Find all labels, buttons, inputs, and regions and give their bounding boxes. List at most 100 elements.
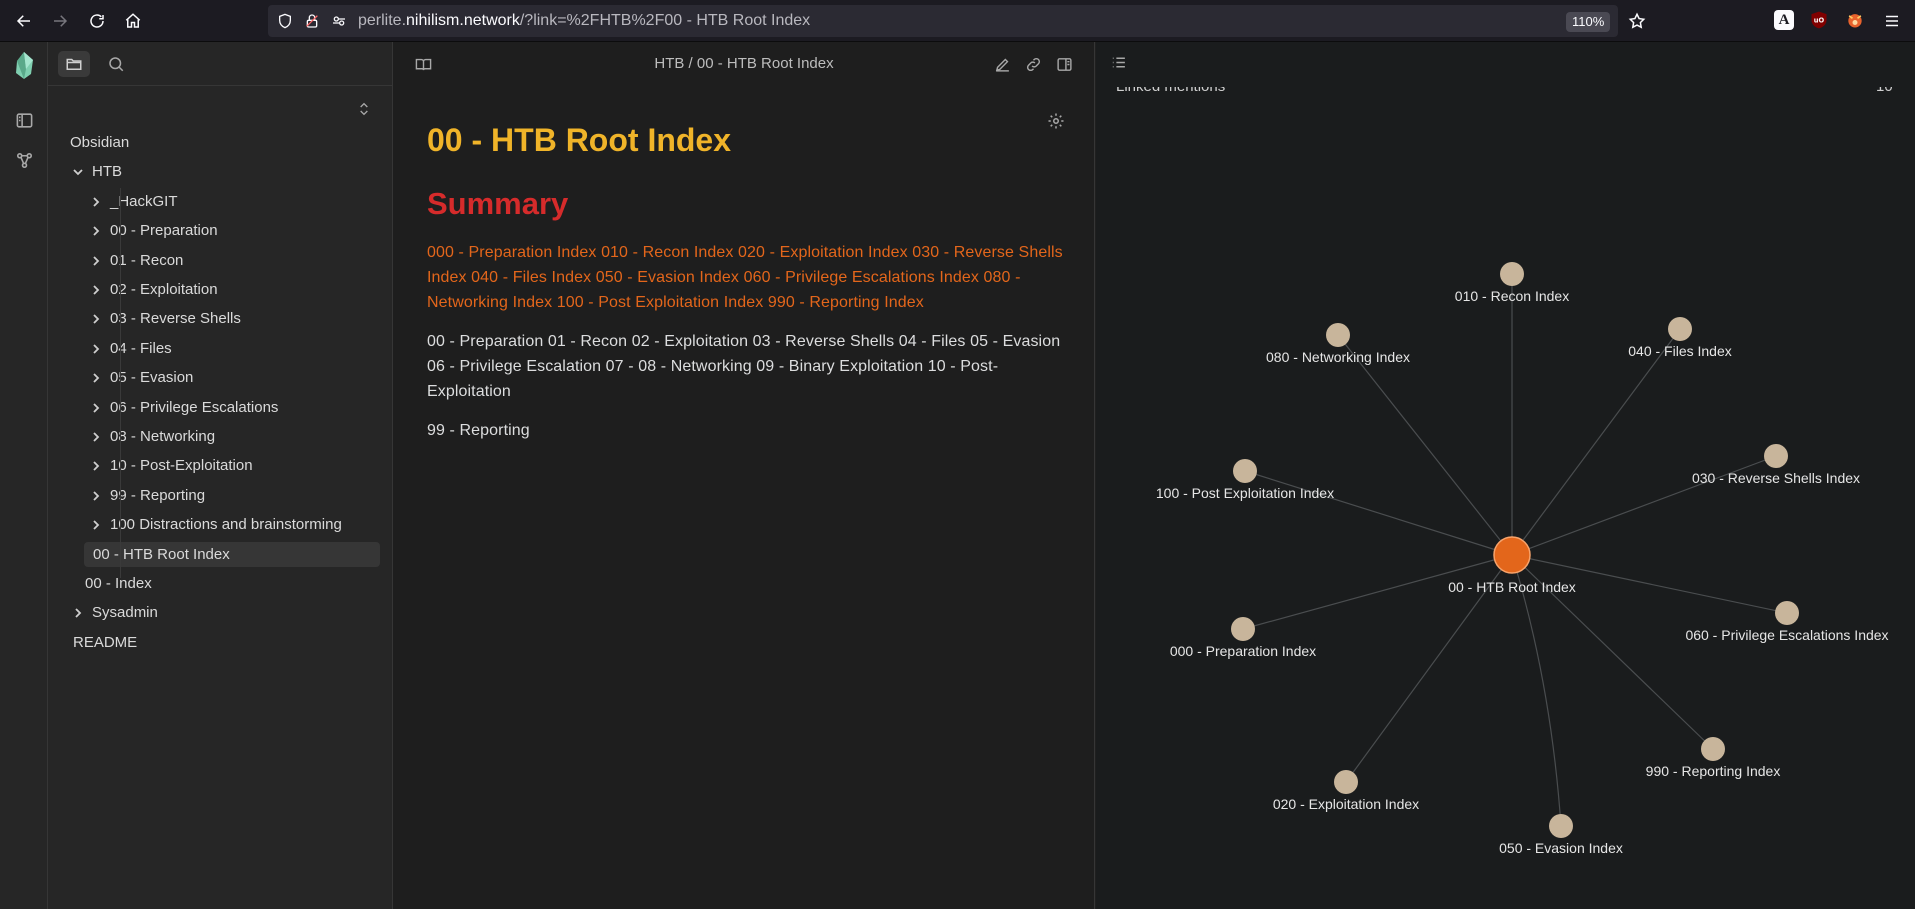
- toggle-sidebar-icon[interactable]: [13, 109, 35, 131]
- sections-paragraph: 00 - Preparation 01 - Recon 02 - Exploit…: [427, 333, 1061, 400]
- folder-item-08-networking[interactable]: 08 - Networking: [88, 424, 215, 449]
- graph-node-label: 020 - Exploitation Index: [1273, 796, 1419, 812]
- extension-fox-icon[interactable]: [1845, 10, 1865, 30]
- folder-item-04-files[interactable]: 04 - Files: [88, 336, 172, 361]
- graph-node[interactable]: [1326, 323, 1350, 347]
- graph-edge: [1511, 328, 1681, 556]
- graph-view-icon[interactable]: [13, 149, 35, 171]
- ublock-icon[interactable]: uO: [1809, 10, 1829, 30]
- local-graph-pane: Linked mentions 10 010 - Recon Index 040 …: [1096, 42, 1915, 909]
- home-icon[interactable]: [121, 9, 145, 33]
- graph-node[interactable]: [1231, 617, 1255, 641]
- folder-item-06-privilege-escalations[interactable]: 06 - Privilege Escalations: [88, 395, 278, 420]
- tree-item-label: 02 - Exploitation: [110, 281, 218, 298]
- chevron-right-icon[interactable]: [88, 429, 104, 445]
- bookmark-star-icon[interactable]: [1628, 12, 1646, 30]
- chevron-right-icon[interactable]: [88, 370, 104, 386]
- folder-item-99-reporting[interactable]: 99 - Reporting: [88, 483, 205, 508]
- graph-node[interactable]: [1334, 770, 1358, 794]
- obsidian-logo-icon[interactable]: [10, 50, 38, 80]
- chevron-right-icon[interactable]: [88, 458, 104, 474]
- folder-item-01-recon[interactable]: 01 - Recon: [88, 248, 183, 273]
- folder-item-03-reverse-shells[interactable]: 03 - Reverse Shells: [88, 306, 241, 331]
- forward-icon[interactable]: [48, 9, 72, 33]
- note-header: HTB / 00 - HTB Root Index: [393, 42, 1095, 86]
- graph-node[interactable]: [1549, 814, 1573, 838]
- vault-name[interactable]: Obsidian: [70, 130, 129, 155]
- graph-node-label: 000 - Preparation Index: [1170, 643, 1316, 659]
- graph-center-label: 00 - HTB Root Index: [1448, 579, 1576, 595]
- folder-item-100-distractions-and-brainstorming[interactable]: 100 Distractions and brainstorming: [88, 512, 342, 537]
- reload-icon[interactable]: [85, 9, 109, 33]
- url-bar[interactable]: perlite.nihilism.network/?link=%2FHTB%2F…: [268, 5, 1646, 37]
- file-item-readme[interactable]: README: [73, 630, 137, 655]
- back-icon[interactable]: [12, 9, 36, 33]
- note-breadcrumb: HTB / 00 - HTB Root Index: [654, 55, 834, 72]
- folder-item-05-evasion[interactable]: 05 - Evasion: [88, 365, 193, 390]
- shield-icon[interactable]: [276, 12, 294, 30]
- file-item-00-index[interactable]: 00 - Index: [85, 571, 152, 596]
- chevron-right-icon[interactable]: [88, 517, 104, 533]
- graph-node-label: 080 - Networking Index: [1266, 349, 1410, 365]
- chevron-right-icon[interactable]: [70, 605, 86, 621]
- folder-item-sysadmin[interactable]: Sysadmin: [70, 600, 158, 625]
- tree-item-label: 06 - Privilege Escalations: [110, 399, 279, 416]
- graph-edge: [1244, 470, 1513, 556]
- folder-item-00-preparation[interactable]: 00 - Preparation: [88, 218, 218, 243]
- tree-item-label: README: [73, 634, 138, 651]
- folder-item-hackgit[interactable]: _HackGIT: [88, 189, 178, 214]
- tree-item-label: 01 - Recon: [110, 252, 184, 269]
- files-tab-folder-icon[interactable]: [58, 51, 90, 77]
- chevron-right-icon[interactable]: [88, 223, 104, 239]
- tree-item-label: 08 - Networking: [110, 428, 216, 445]
- note-content: 00 - HTB Root Index Summary 000 - Prepar…: [427, 118, 1067, 443]
- graph-node[interactable]: [1233, 459, 1257, 483]
- menu-icon[interactable]: [1880, 9, 1904, 33]
- split-pane-icon[interactable]: [1054, 54, 1074, 74]
- tree-item-label: 99 - Reporting: [110, 487, 206, 504]
- local-graph[interactable]: 010 - Recon Index 040 - Files Index 030 - …: [1096, 42, 1915, 909]
- graph-node[interactable]: [1701, 737, 1725, 761]
- zoom-level-badge[interactable]: 110%: [1566, 12, 1611, 32]
- svg-text:uO: uO: [1814, 17, 1825, 25]
- graph-node[interactable]: [1668, 317, 1692, 341]
- tree-item-label: 00 - Index: [85, 575, 152, 592]
- graph-node-label: 050 - Evasion Index: [1499, 840, 1623, 856]
- url-text[interactable]: perlite.nihilism.network/?link=%2FHTB%2F…: [358, 12, 810, 30]
- folder-item-htb[interactable]: HTB: [70, 159, 122, 184]
- left-ribbon: [0, 42, 48, 909]
- graph-node-label: 060 - Privilege Escalations Index: [1685, 627, 1888, 643]
- graph-node[interactable]: [1500, 262, 1524, 286]
- graph-node[interactable]: [1775, 601, 1799, 625]
- chevron-right-icon[interactable]: [88, 311, 104, 327]
- file-item-00-htb-root-index[interactable]: 00 - HTB Root Index: [84, 542, 380, 567]
- permissions-icon[interactable]: [330, 12, 348, 30]
- search-tab-icon[interactable]: [100, 51, 132, 77]
- chevron-right-icon[interactable]: [88, 194, 104, 210]
- chevron-right-icon[interactable]: [88, 282, 104, 298]
- tree-item-label: 00 - Preparation: [110, 222, 218, 239]
- tree-item-label: 10 - Post-Exploitation: [110, 457, 253, 474]
- folder-item-02-exploitation[interactable]: 02 - Exploitation: [88, 277, 218, 302]
- link-icon[interactable]: [1023, 54, 1043, 74]
- index-links-paragraph[interactable]: 000 - Preparation Index 010 - Recon Inde…: [427, 240, 1067, 315]
- chevron-down-icon[interactable]: [70, 164, 86, 180]
- graph-node-label: 010 - Recon Index: [1455, 288, 1569, 304]
- chevron-right-icon[interactable]: [88, 253, 104, 269]
- chevron-right-icon[interactable]: [88, 488, 104, 504]
- summary-heading: Summary: [427, 186, 569, 221]
- chevron-right-icon[interactable]: [88, 400, 104, 416]
- lock-icon[interactable]: [303, 12, 321, 30]
- collapse-all-icon[interactable]: [353, 98, 375, 120]
- edit-pencil-icon[interactable]: [992, 54, 1012, 74]
- graph-node-label: 990 - Reporting Index: [1646, 763, 1781, 779]
- tree-item-label: 00 - HTB Root Index: [93, 546, 230, 563]
- obsidian-app: Obsidian HTB _HackGIT 00 - Preparation 01 - …: [0, 42, 1915, 909]
- chevron-right-icon[interactable]: [88, 341, 104, 357]
- file-explorer-sidebar: Obsidian HTB _HackGIT 00 - Preparation 01 - …: [48, 42, 393, 909]
- folder-item-10-post-exploitation[interactable]: 10 - Post-Exploitation: [88, 453, 253, 478]
- graph-node[interactable]: [1764, 444, 1788, 468]
- graph-center-node[interactable]: [1493, 536, 1531, 574]
- extension-font-icon[interactable]: A: [1774, 10, 1794, 30]
- graph-edge: [1337, 334, 1513, 556]
